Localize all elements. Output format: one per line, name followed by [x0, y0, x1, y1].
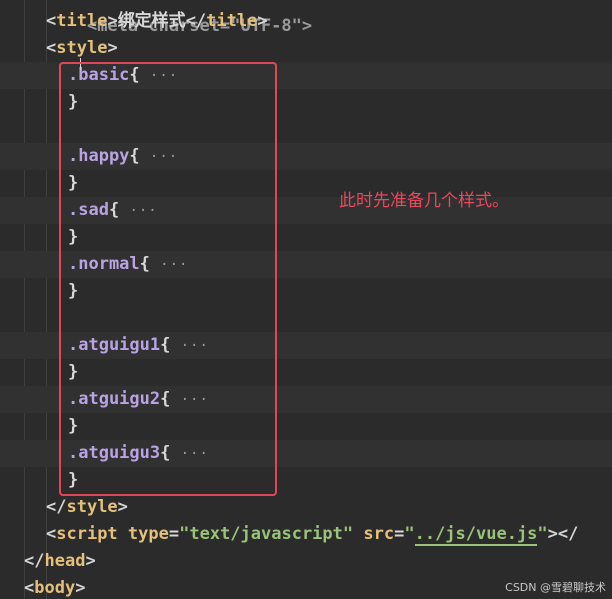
tag-name-style: style: [56, 38, 108, 58]
script-src-link[interactable]: ../js/vue.js: [414, 524, 538, 546]
attr-quote-open: ": [404, 524, 415, 544]
code-editor[interactable]: <meta charset="UTF-8"> <title>绑定样式</titl…: [0, 0, 612, 599]
end-tag-open-bracket: </: [185, 11, 207, 31]
tag-name-script: script: [56, 524, 118, 544]
tag-open-bracket: <: [46, 11, 57, 31]
end-tag-close-bracket: >: [85, 551, 96, 571]
end-tag-name-title: title: [206, 11, 258, 31]
attr-equals: =: [394, 524, 405, 544]
end-tag-open-bracket: </: [46, 497, 67, 517]
attr-name-src: src: [363, 524, 395, 544]
code-line-style-open: <style>: [0, 35, 612, 62]
tag-name-body: body: [34, 578, 76, 598]
attr-value-type: "text/javascript": [179, 524, 354, 544]
tag-tail: ></: [547, 524, 579, 544]
annotation-highlight-box: [59, 62, 277, 496]
tag-close-bracket: >: [107, 11, 118, 31]
attr-equals: =: [168, 524, 180, 544]
end-tag-close-bracket: >: [117, 497, 128, 517]
end-tag-close-bracket: >: [257, 11, 268, 31]
title-content: 绑定样式: [117, 11, 186, 31]
attr-name-type: type: [127, 524, 169, 544]
tag-name-title: title: [56, 11, 108, 31]
watermark: CSDN @雪碧聊技术: [505, 581, 606, 594]
end-tag-open-bracket: </: [24, 551, 45, 571]
tag-open-bracket: <: [46, 38, 57, 58]
attr-quote-close: ": [537, 524, 548, 544]
tag-close-bracket: >: [107, 38, 118, 58]
code-line-head-close: </head>: [0, 548, 612, 575]
tag-open-bracket: <: [46, 524, 57, 544]
code-line-title: <title>绑定样式</title>: [0, 8, 612, 35]
end-tag-name-style: style: [66, 497, 118, 517]
tag-close-bracket: >: [75, 578, 86, 598]
tag-open-bracket: <: [24, 578, 35, 598]
annotation-note: 此时先准备几个样式。: [339, 191, 509, 211]
code-line-script: <script type="text/javascript" src="../j…: [0, 521, 612, 548]
end-tag-name-head: head: [44, 551, 86, 571]
code-line-style-close: </style>: [0, 494, 612, 521]
